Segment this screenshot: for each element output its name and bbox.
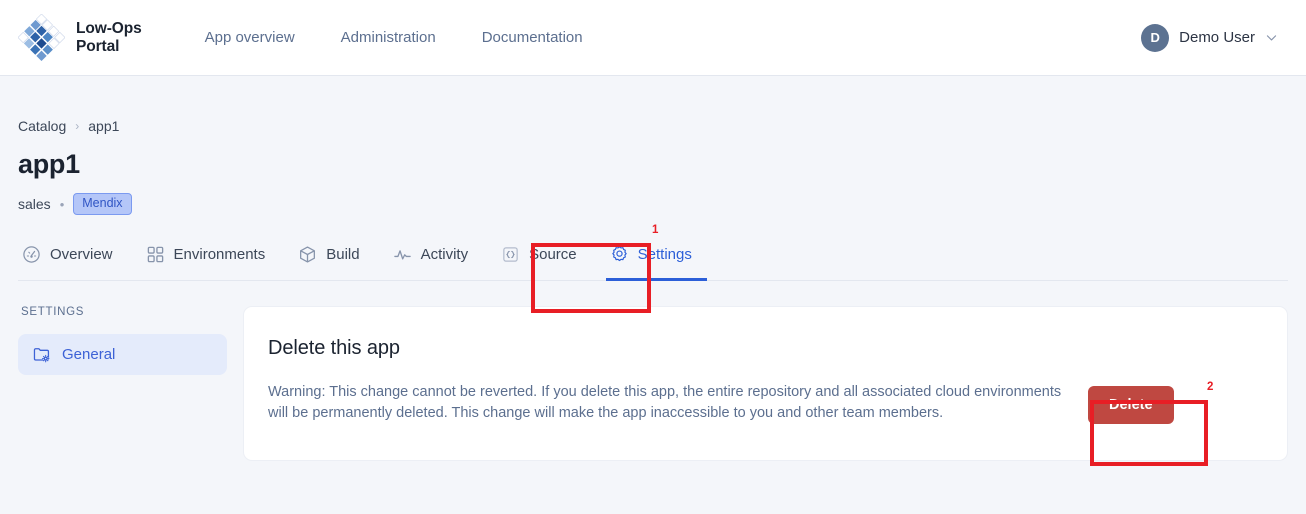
warning-text: Warning: This change cannot be reverted.… <box>268 384 1062 421</box>
folder-gear-icon <box>33 348 50 363</box>
tab-environments[interactable]: Environments <box>142 241 281 281</box>
tab-activity[interactable]: Activity <box>389 241 484 281</box>
user-name: Demo User <box>1179 29 1255 46</box>
nav-link-documentation[interactable]: Documentation <box>459 23 606 52</box>
brand-name: Low-Ops Portal <box>76 20 142 56</box>
page-body: Catalog › app1 app1 sales • Mendix Overv… <box>0 76 1306 461</box>
tab-source-label: Source <box>529 246 577 263</box>
tab-source[interactable]: Source <box>497 241 592 281</box>
tab-build-label: Build <box>326 246 360 263</box>
sidebar-item-general[interactable]: General <box>18 334 227 375</box>
page-subtitle: sales • Mendix <box>18 193 1288 215</box>
breadcrumb-separator-icon: › <box>75 119 80 133</box>
annotation-label-1: 1 <box>652 224 659 236</box>
sidebar-item-general-label: General <box>62 346 116 363</box>
top-header: Low-Ops Portal App overview Administrati… <box>0 0 1306 76</box>
card-title: Delete this app <box>268 337 400 359</box>
avatar: D <box>1141 23 1170 52</box>
page-title: app1 <box>18 149 80 179</box>
subtitle-dot-separator: • <box>59 196 65 212</box>
code-braces-icon <box>503 247 518 262</box>
diamond-grid-logo-icon <box>18 14 65 61</box>
settings-sidebar: SETTINGS General <box>18 306 243 461</box>
tab-overview[interactable]: Overview <box>18 241 128 281</box>
user-menu[interactable]: D Demo User <box>1141 23 1284 52</box>
breadcrumb: Catalog › app1 <box>18 76 1288 134</box>
card-body: Warning: This change cannot be reverted.… <box>268 382 1263 424</box>
brand-name-line2: Portal <box>76 37 120 55</box>
delete-app-card: Delete this app Warning: This change can… <box>243 306 1288 461</box>
tab-build[interactable]: Build <box>294 241 374 281</box>
tab-settings-label: Settings <box>637 246 692 263</box>
package-box-icon <box>300 246 316 263</box>
gauge-icon <box>23 246 40 263</box>
tab-environments-label: Environments <box>173 246 266 263</box>
tab-overview-label: Overview <box>50 246 113 263</box>
tab-bar: Overview Environments Build Activity Sou… <box>18 240 1288 281</box>
nav-link-app-overview[interactable]: App overview <box>182 23 318 52</box>
sidebar-heading: SETTINGS <box>21 306 85 318</box>
delete-button[interactable]: Delete <box>1088 386 1174 424</box>
annotation-label-2: 2 <box>1207 381 1214 393</box>
chevron-down-icon[interactable] <box>1265 31 1278 44</box>
tab-settings[interactable]: Settings <box>605 241 707 281</box>
owner-label: sales <box>18 196 51 212</box>
pulse-icon <box>393 250 411 260</box>
tabs-wrapper: Overview Environments Build Activity Sou… <box>18 240 1288 281</box>
brand-name-line1: Low-Ops <box>76 19 142 37</box>
nav-link-administration[interactable]: Administration <box>318 23 459 52</box>
breadcrumb-current: app1 <box>88 118 120 134</box>
gear-icon <box>611 246 627 262</box>
breadcrumb-link-catalog[interactable]: Catalog <box>18 118 66 134</box>
content-area: SETTINGS General Delete this app Warning… <box>18 306 1288 461</box>
main-navigation: App overview Administration Documentatio… <box>182 23 606 52</box>
brand[interactable]: Low-Ops Portal <box>18 14 142 61</box>
tab-activity-label: Activity <box>420 246 469 263</box>
grid-icon <box>147 246 163 263</box>
status-badge: Mendix <box>73 193 132 215</box>
